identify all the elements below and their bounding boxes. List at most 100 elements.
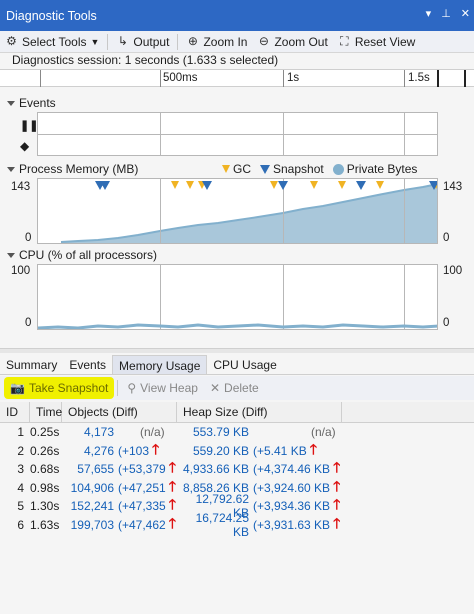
tab-strip: Summary Events Memory Usage CPU Usage [0, 355, 474, 375]
heap-diff-link[interactable]: (+4,374.46 KB [253, 462, 330, 476]
snapshot-marker [100, 181, 110, 190]
pane-splitter[interactable] [0, 348, 474, 353]
heap-diff-link[interactable]: (+5.41 KB [253, 444, 307, 458]
cpu-ymax-right: 100 [443, 265, 463, 277]
snapshot-legend-icon [260, 164, 270, 174]
snapshot-marker [278, 181, 288, 190]
objects-link[interactable]: 4,173 [62, 425, 114, 439]
tab-summary[interactable]: Summary [0, 355, 63, 374]
delete-icon: ✕ [209, 381, 221, 395]
cell-time: 0.68s [30, 462, 60, 477]
window-title: Diagnostic Tools [6, 8, 97, 23]
objects-diff-link[interactable]: (+47,335 [118, 499, 166, 513]
gc-legend-icon [222, 165, 230, 173]
zoom-in-button[interactable]: ⊕ Zoom In [181, 32, 252, 52]
table-header: ID Time Objects (Diff) Heap Size (Diff) [0, 401, 474, 423]
objects-link[interactable]: 104,906 [62, 481, 114, 495]
objects-link[interactable]: 152,241 [62, 499, 114, 513]
cell-heap-size: 553.79 KB (n/a) [177, 425, 342, 439]
cpu-ymin-left: 0 [25, 317, 32, 329]
cell-id: 2 [17, 443, 24, 458]
objects-diff-link[interactable]: (n/a) [140, 425, 165, 439]
zoom-out-button[interactable]: ⊖ Zoom Out [252, 32, 332, 52]
cpu-graph[interactable] [37, 264, 438, 330]
cell-id: 5 [17, 499, 24, 514]
memory-section-header[interactable]: Process Memory (MB) [7, 162, 138, 176]
objects-diff-link[interactable]: (+53,379 [118, 462, 166, 476]
collapse-icon [7, 100, 15, 106]
memory-graph[interactable] [37, 178, 438, 244]
dropdown-icon[interactable]: ▾ [426, 7, 432, 20]
tab-cpu-usage[interactable]: CPU Usage [207, 355, 282, 374]
ruler-label-1-5s: 1.5s [408, 72, 430, 84]
heap-link[interactable]: 4,933.66 KB [177, 462, 249, 476]
private-bytes-legend-icon [332, 163, 344, 175]
cpu-section-header[interactable]: CPU (% of all processors) [7, 248, 157, 262]
legend-snapshot: Snapshot [273, 162, 324, 176]
cpu-ymin-right: 0 [443, 317, 450, 329]
search-icon: ⚲ [127, 381, 137, 395]
events-title: Events [19, 96, 56, 110]
gc-marker [376, 181, 384, 189]
events-track[interactable] [37, 112, 438, 156]
tab-events[interactable]: Events [63, 355, 112, 374]
snapshot-table: ID Time Objects (Diff) Heap Size (Diff) … [0, 401, 474, 539]
header-objects[interactable]: Objects (Diff) [62, 401, 177, 423]
tab-memory-usage[interactable]: Memory Usage [112, 355, 208, 374]
cpu-graph-svg [38, 323, 437, 329]
zoom-out-label: Zoom Out [274, 34, 328, 49]
objects-link[interactable]: 199,703 [62, 518, 114, 532]
heap-diff-link[interactable]: (+3,931.63 KB [253, 518, 330, 532]
events-section-header[interactable]: Events [7, 96, 56, 110]
camera-icon: 📷 [10, 381, 25, 395]
increase-arrow-icon: 🡑 [333, 514, 341, 531]
table-row[interactable]: 6 1.63s 199,703 (+47,462 🡑 16,724.25 KB (+3,93… [0, 511, 474, 539]
header-heap-size[interactable]: Heap Size (Diff) [177, 401, 342, 423]
heap-diff-link[interactable]: (n/a) [311, 425, 336, 439]
memory-title: Process Memory (MB) [19, 162, 139, 176]
heap-link[interactable]: 559.20 KB [177, 444, 249, 458]
objects-link[interactable]: 4,276 [62, 444, 114, 458]
output-icon: ↳ [117, 34, 128, 48]
heap-link[interactable]: 553.79 KB [177, 425, 249, 439]
timeline-ruler[interactable]: 500ms 1s 1.5s [0, 69, 474, 87]
delete-label: Delete [224, 381, 259, 395]
objects-diff-link[interactable]: (+47,462 [118, 518, 166, 532]
take-snapshot-label: Take Snapshot [28, 381, 109, 395]
snapshot-marker [356, 181, 366, 190]
diamond-icon: ◆ [20, 139, 30, 153]
objects-diff-link[interactable]: (+47,251 [118, 481, 166, 495]
header-id[interactable]: ID [0, 401, 30, 423]
view-heap-button[interactable]: ⚲ View Heap [121, 377, 204, 399]
cell-heap-size: 16,724.25 KB (+3,931.63 KB 🡑 [177, 511, 342, 539]
cell-objects: 4,173 (n/a) [62, 425, 177, 439]
legend-gc: GC [233, 162, 251, 176]
pin-icon[interactable]: ⊥ [441, 7, 451, 20]
delete-button[interactable]: ✕ Delete [204, 377, 265, 399]
gc-marker [270, 181, 278, 189]
output-button[interactable]: ↳ Output [111, 32, 174, 52]
private-bytes-area [61, 183, 437, 243]
objects-link[interactable]: 57,655 [62, 462, 114, 476]
cpu-title: CPU (% of all processors) [19, 248, 158, 262]
collapse-icon [7, 252, 15, 258]
gc-marker [186, 181, 194, 189]
objects-diff-link[interactable]: (+103 [118, 444, 149, 458]
gear-icon: ⚙ [6, 34, 17, 48]
window-title-bar: Diagnostic Tools ▾ ⊥ ✕ [0, 0, 474, 31]
memory-action-bar: 📷 Take Snapshot ⚲ View Heap ✕ Delete [0, 376, 474, 400]
cell-id: 6 [17, 517, 24, 532]
snapshot-marker [429, 181, 437, 190]
memory-ymin-right: 0 [443, 232, 450, 244]
zoom-out-icon: ⊖ [258, 34, 269, 48]
heap-link[interactable]: 16,724.25 KB [177, 511, 249, 539]
cell-time: 0.26s [30, 443, 60, 458]
select-tools-button[interactable]: ⚙ Select Tools ▼ [0, 32, 104, 52]
close-icon[interactable]: ✕ [461, 7, 470, 20]
reset-view-button[interactable]: ⛶ Reset View [333, 32, 420, 52]
session-info: Diagnostics session: 1 seconds (1.633 s … [0, 53, 474, 69]
header-time[interactable]: Time [30, 401, 62, 423]
gc-marker [310, 181, 318, 189]
cpu-usage-line [38, 323, 437, 329]
take-snapshot-button[interactable]: 📷 Take Snapshot [4, 377, 115, 399]
